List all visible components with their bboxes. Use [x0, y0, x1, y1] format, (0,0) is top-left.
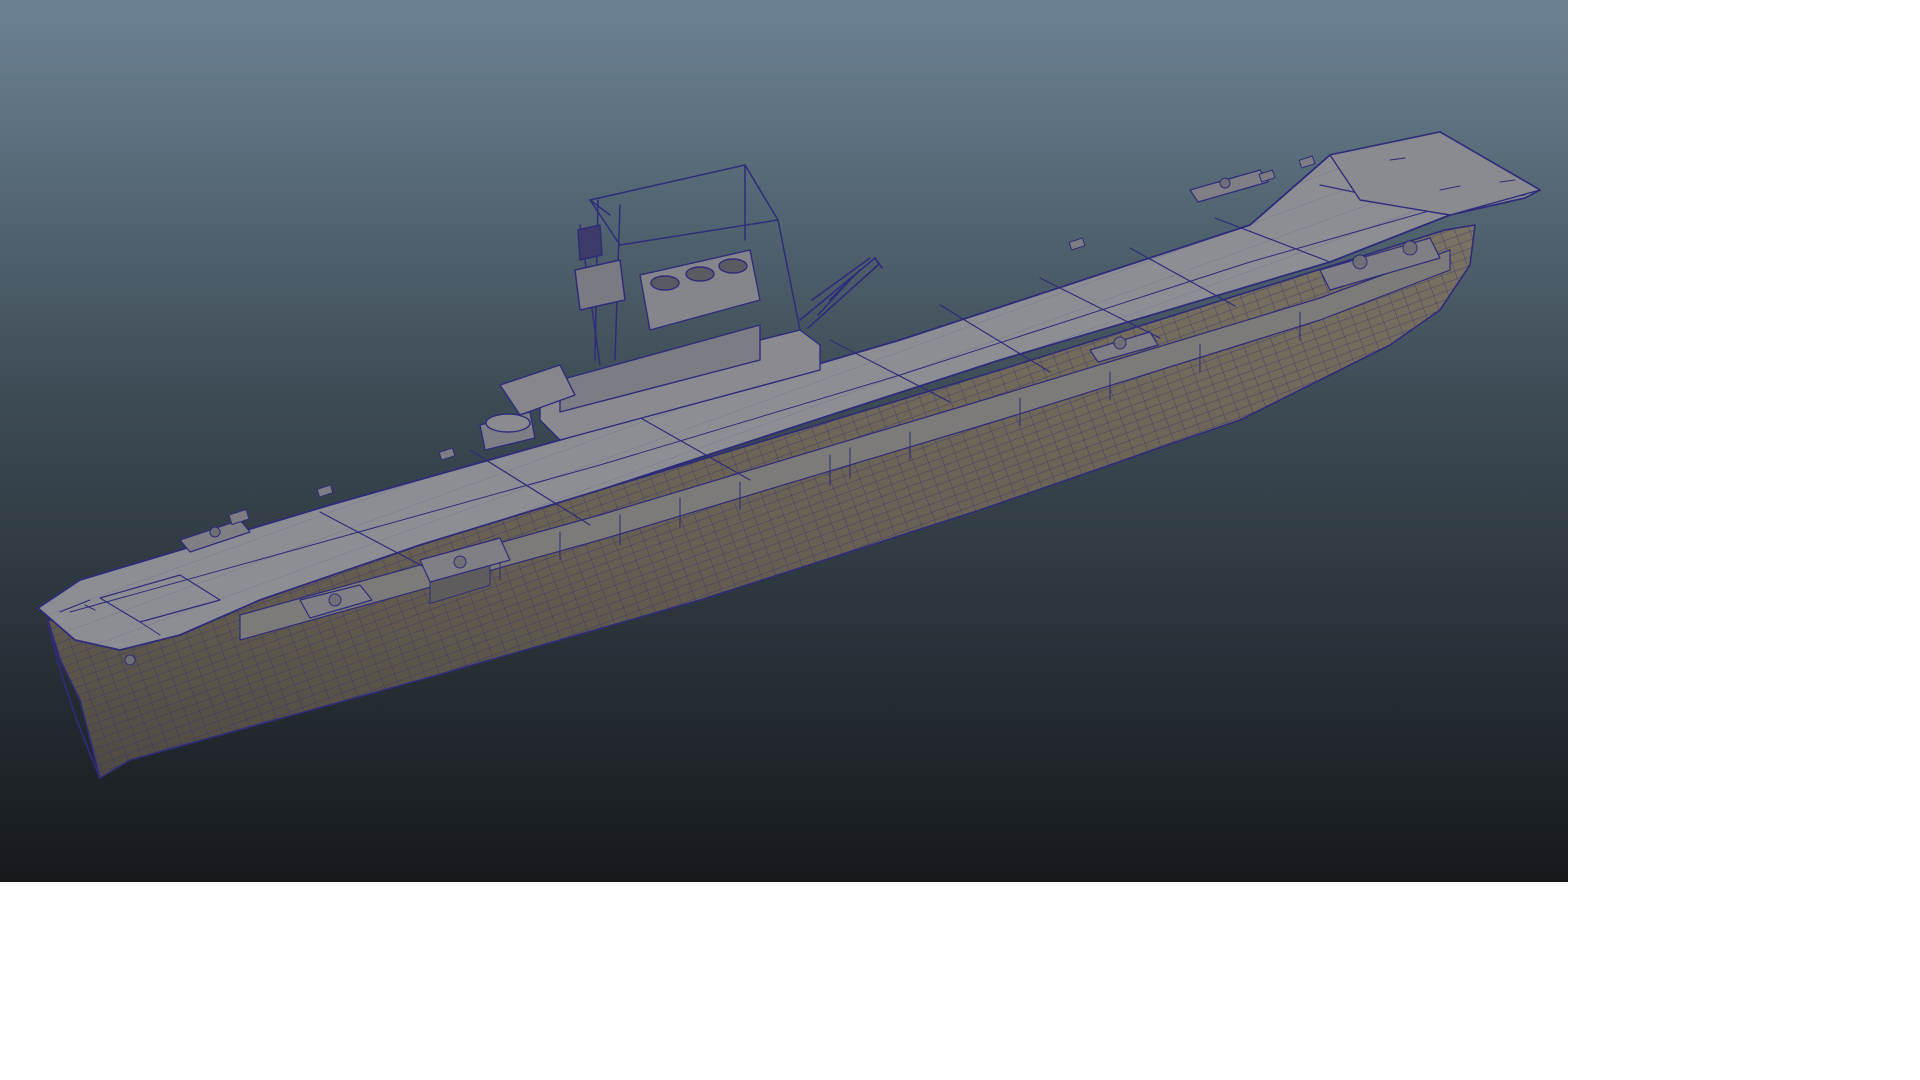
- 3d-viewport[interactable]: [0, 0, 1568, 882]
